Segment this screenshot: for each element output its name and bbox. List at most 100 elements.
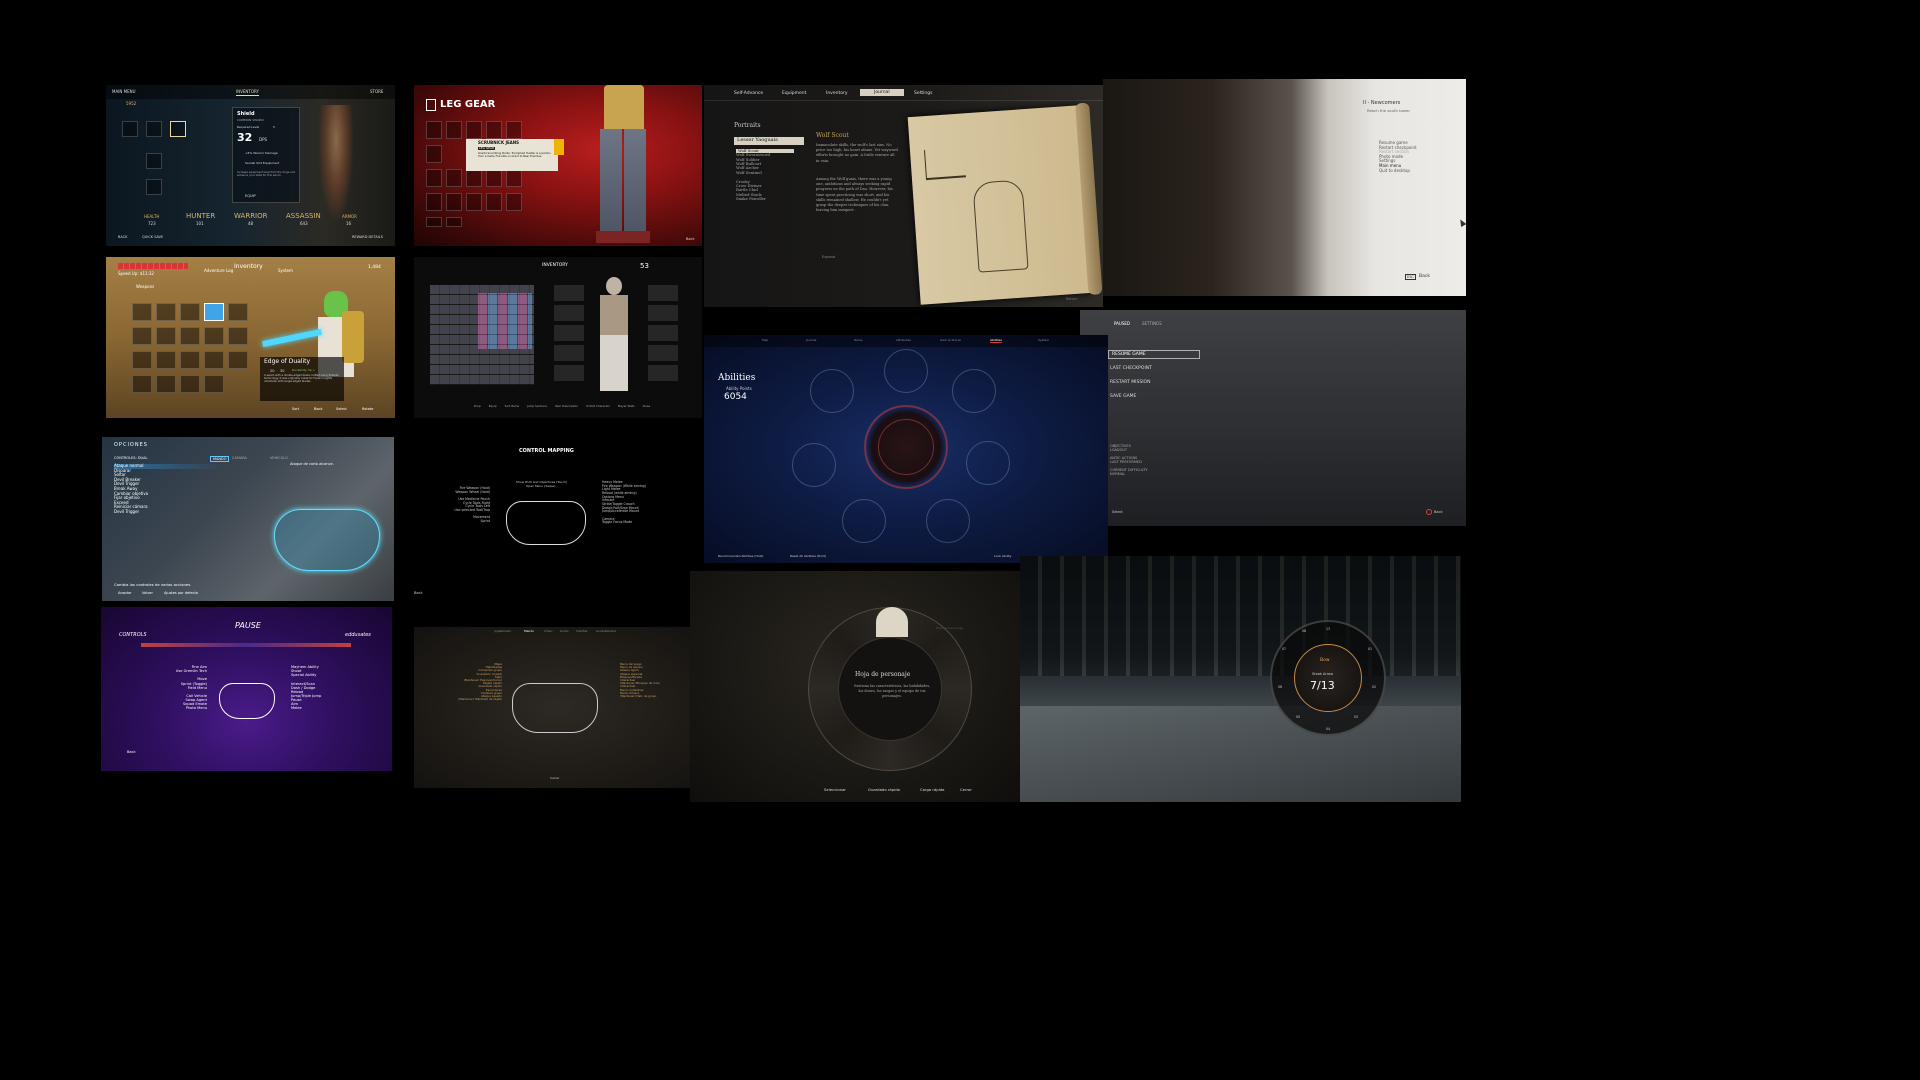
inventory-tab[interactable]: INVENTORY: [236, 89, 259, 96]
tab-system[interactable]: System: [278, 268, 293, 274]
weapon-slot[interactable]: [204, 327, 224, 345]
gear-slot[interactable]: [426, 145, 442, 163]
slot-2[interactable]: 02: [1372, 685, 1376, 690]
tab-journal[interactable]: Journal: [806, 338, 816, 342]
weapon-slot[interactable]: [180, 327, 200, 345]
inventory-slot[interactable]: [146, 153, 162, 169]
gear-slot[interactable]: [446, 217, 462, 227]
gear-slot[interactable]: [506, 121, 522, 139]
slot-top[interactable]: 13: [1326, 627, 1330, 632]
weapon-slot[interactable]: [180, 303, 200, 321]
menu-last-checkpoint[interactable]: LAST CHECKPOINT: [1110, 366, 1152, 371]
expand-button[interactable]: Expand: [822, 255, 835, 259]
settings-tab[interactable]: SETTINGS: [1142, 321, 1162, 327]
tab-video[interactable]: Vídeo: [544, 629, 552, 633]
slot-8[interactable]: 08: [1302, 629, 1306, 634]
tab-mando[interactable]: MANDO: [210, 456, 230, 463]
tab-items[interactable]: Items: [854, 338, 862, 342]
gear-slot[interactable]: [426, 169, 442, 187]
close-button[interactable]: Cerrar: [960, 787, 972, 792]
menu-quit[interactable]: Quit to desktop: [1379, 168, 1417, 174]
inventory-slot[interactable]: [146, 121, 162, 137]
weapon-slot[interactable]: [180, 375, 200, 393]
accept-button[interactable]: Aceptar: [118, 591, 132, 595]
weapon-slot[interactable]: [204, 375, 224, 393]
tab-abilities[interactable]: Abilities: [990, 338, 1002, 344]
inventory-slot[interactable]: [146, 179, 162, 195]
slot-7[interactable]: 07: [1282, 647, 1286, 652]
slot-4[interactable]: 04: [1326, 727, 1330, 732]
rotate-button[interactable]: Rotate: [362, 407, 373, 411]
inventory-slot[interactable]: [122, 121, 138, 137]
weapon-slot[interactable]: [156, 303, 176, 321]
select-button[interactable]: Seleccionar: [824, 787, 846, 792]
weapon-slot[interactable]: [132, 303, 152, 321]
weapon-slot-selected[interactable]: [204, 303, 224, 321]
back-hint[interactable]: Back: [1434, 510, 1443, 514]
look-ability-hint[interactable]: Look Ability: [994, 554, 1011, 558]
weapon-slot[interactable]: [132, 327, 152, 345]
weapon-slot[interactable]: [204, 351, 224, 369]
gear-slot[interactable]: [506, 169, 522, 187]
ability-branch-top[interactable]: [884, 349, 928, 393]
slot-3[interactable]: 03: [1354, 715, 1358, 720]
weapon-slot[interactable]: [132, 351, 152, 369]
weapon-slot[interactable]: [180, 351, 200, 369]
weapon-slot[interactable]: [156, 327, 176, 345]
gear-slot[interactable]: [466, 169, 482, 187]
tab-system[interactable]: System: [1038, 338, 1049, 342]
tab-adventure-log[interactable]: Adventure Log: [204, 268, 233, 274]
back-button[interactable]: Back: [1419, 274, 1430, 279]
hint-sort[interactable]: Sort Items: [505, 404, 519, 408]
ability-branch-left[interactable]: [792, 443, 836, 487]
menu-restart-mission[interactable]: RESTART MISSION: [1110, 380, 1150, 385]
weapon-slot[interactable]: [156, 351, 176, 369]
back-button[interactable]: BACK: [118, 235, 127, 239]
selected-category[interactable]: Lesser Yaoguais: [734, 137, 804, 145]
close-button[interactable]: Cerrar: [550, 776, 559, 780]
tab-self-advance[interactable]: Self-Advance: [734, 91, 763, 96]
weapon-slot[interactable]: [156, 375, 176, 393]
back-button[interactable]: Volver: [142, 591, 153, 595]
hint-drop[interactable]: Drop: [474, 404, 481, 408]
action-item[interactable]: Devil Trigger: [114, 509, 224, 515]
tab-gear-stores[interactable]: Gear & Stores: [940, 338, 961, 342]
tab-jugabilidad[interactable]: Jugabilidad: [494, 629, 511, 633]
gear-slot[interactable]: [446, 193, 462, 211]
tab-attributes[interactable]: Attributes: [896, 338, 911, 342]
menu-save-game[interactable]: SAVE GAME: [1110, 394, 1136, 399]
gear-slot[interactable]: [506, 193, 522, 211]
portrait-item[interactable]: Snake Patroller: [736, 196, 794, 201]
paused-tab[interactable]: PAUSED: [1114, 321, 1130, 327]
quicksave-button[interactable]: Guardado rápido: [868, 787, 900, 792]
ability-branch-top-right[interactable]: [952, 369, 996, 413]
weapon-slot[interactable]: [132, 375, 152, 393]
back-button[interactable]: Back: [686, 237, 695, 241]
slot-6[interactable]: 06: [1278, 685, 1282, 690]
gear-slot[interactable]: [486, 121, 502, 139]
main-menu-link[interactable]: MAIN MENU: [112, 89, 136, 95]
gear-slot[interactable]: [446, 121, 462, 139]
gear-slot[interactable]: [426, 193, 442, 211]
quickload-button[interactable]: Carga rápida: [920, 787, 945, 792]
recommended-abilities-hint[interactable]: Recommended Abilities (Hold): [718, 554, 763, 558]
equip-button[interactable]: EQUIP: [245, 194, 256, 198]
weapon-slot[interactable]: [228, 351, 248, 369]
defaults-button[interactable]: Ajustes por defecto: [164, 591, 198, 595]
tab-equipment[interactable]: Equipment: [782, 91, 806, 96]
store-link[interactable]: STORE: [370, 89, 383, 95]
hint-equip[interactable]: Equip: [489, 404, 497, 408]
gear-slot[interactable]: [466, 121, 482, 139]
tab-map[interactable]: Map: [762, 338, 768, 342]
quick-save-button[interactable]: QUICK SAVE: [142, 235, 163, 239]
gear-slot[interactable]: [446, 169, 462, 187]
return-button[interactable]: Return: [1066, 297, 1078, 301]
ability-branch-bottom-right[interactable]: [926, 499, 970, 543]
tab-journal[interactable]: Journal: [860, 89, 904, 97]
reset-abilities-hint[interactable]: Reset All Abilities (Hold): [790, 554, 826, 558]
sort-button[interactable]: Sort: [292, 407, 299, 411]
inventory-slot[interactable]: [170, 121, 186, 137]
tab-camara[interactable]: CAMARA: [232, 456, 247, 460]
hint-unfold[interactable]: Unfold Character: [586, 404, 610, 408]
tab-vehiculo[interactable]: VEHICULO: [270, 456, 288, 460]
